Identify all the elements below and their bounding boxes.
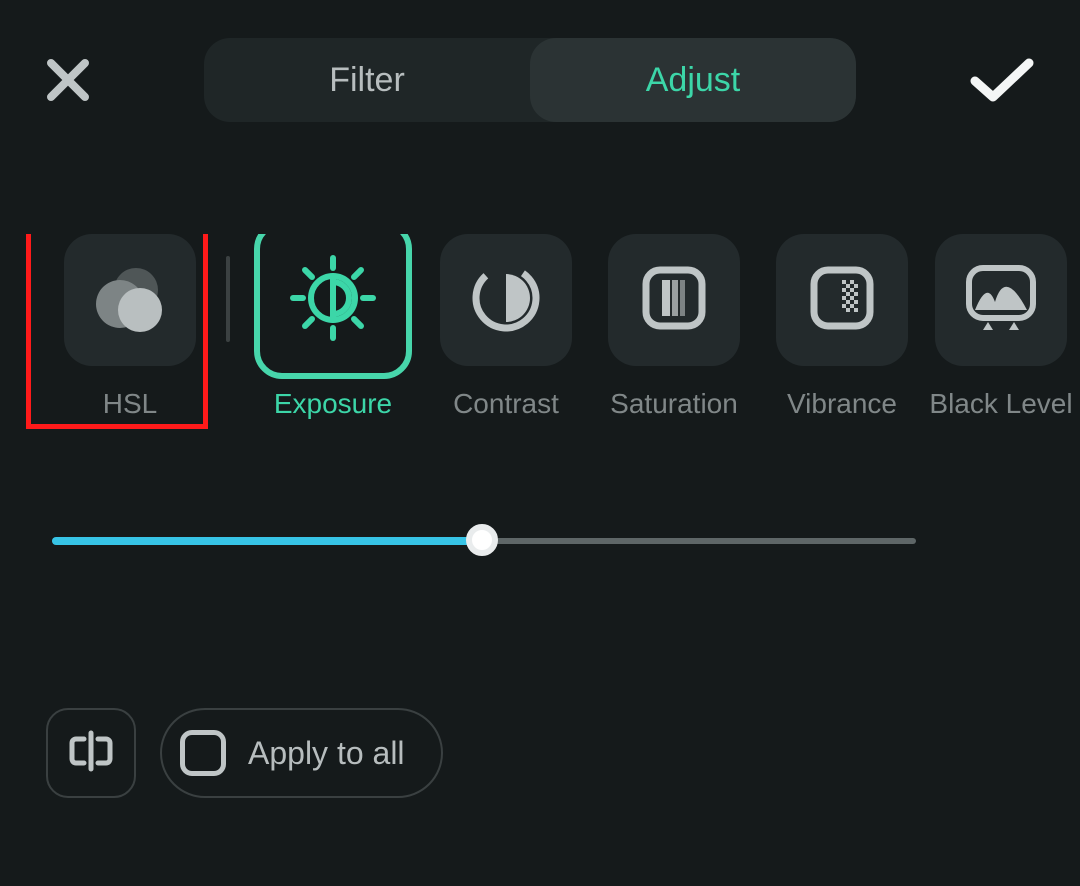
tool-black-level[interactable]: Black Level — [926, 234, 1076, 420]
tool-hsl[interactable]: HSL — [46, 234, 214, 420]
tool-label: Exposure — [274, 388, 392, 420]
compare-button[interactable] — [46, 708, 136, 798]
black-level-icon — [961, 258, 1041, 343]
tool-contrast[interactable]: Contrast — [422, 234, 590, 420]
checkbox-icon — [180, 730, 226, 776]
tool-label: Black Level — [929, 388, 1072, 420]
adjustment-tool-row[interactable]: HSL — [0, 234, 1080, 464]
tool-vibrance[interactable]: Vibrance — [758, 234, 926, 420]
apply-to-all-button[interactable]: Apply to all — [160, 708, 443, 798]
tool-exposure[interactable]: Exposure — [244, 234, 422, 420]
tab-filter[interactable]: Filter — [204, 38, 530, 122]
tool-label: HSL — [103, 388, 157, 420]
compare-icon — [66, 729, 116, 778]
saturation-icon — [636, 260, 712, 341]
apply-to-all-label: Apply to all — [248, 735, 405, 772]
tool-label: Contrast — [453, 388, 559, 420]
slider-fill — [52, 537, 482, 545]
tool-saturation[interactable]: Saturation — [590, 234, 758, 420]
tool-label: Saturation — [610, 388, 738, 420]
confirm-icon[interactable] — [969, 57, 1035, 103]
tab-adjust[interactable]: Adjust — [530, 38, 856, 122]
slider-thumb[interactable] — [466, 524, 498, 556]
divider — [226, 256, 230, 342]
contrast-icon — [468, 260, 544, 341]
adjustment-slider[interactable] — [0, 520, 1080, 560]
tool-label: Vibrance — [787, 388, 897, 420]
exposure-icon — [283, 248, 383, 353]
close-icon[interactable] — [45, 57, 91, 103]
mode-tabs: Filter Adjust — [204, 38, 856, 122]
hsl-icon — [88, 260, 172, 341]
vibrance-icon — [804, 260, 880, 341]
